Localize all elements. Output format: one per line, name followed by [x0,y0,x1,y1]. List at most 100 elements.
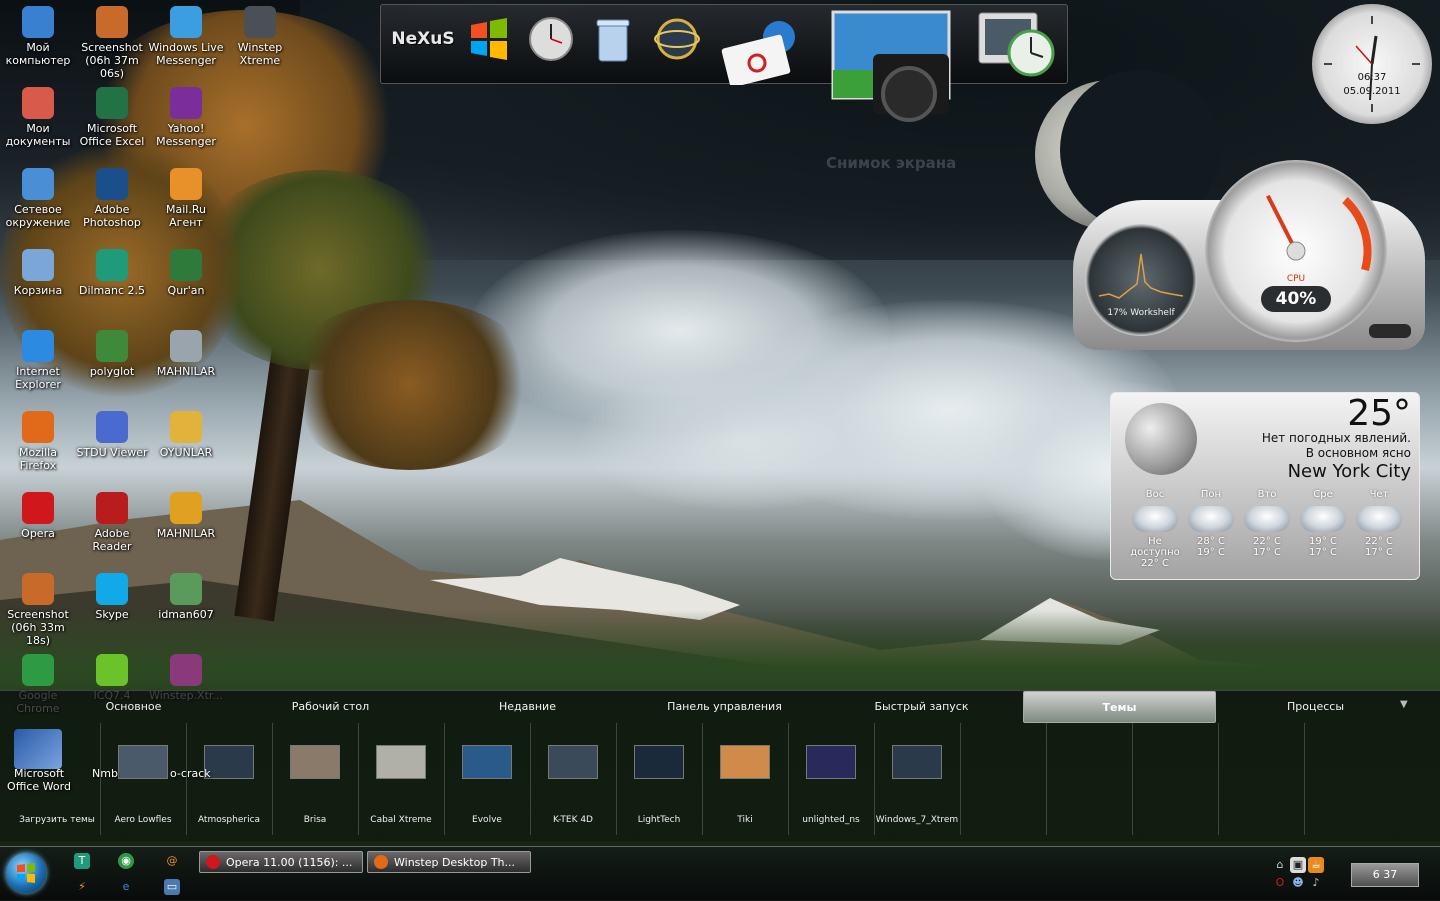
desktop-icon[interactable]: OYUNLAR [148,411,224,459]
theme-tile[interactable]: Evolve [444,723,531,835]
desktop-icon[interactable]: polyglot [74,330,150,378]
theme-tile[interactable]: Tiki [702,723,789,835]
launcher-tab[interactable]: Недавние [432,691,623,721]
forecast-high: 28° C [1197,536,1225,547]
launcher-tab[interactable]: Панель управления [629,691,820,721]
windows-logo-icon[interactable] [461,11,517,67]
theme-tile[interactable]: Windows_7_Xtrem [874,723,961,835]
launcher-tab[interactable]: Процессы [1220,691,1411,721]
desktop-icon[interactable]: Winstep Xtreme [222,6,298,67]
stdu-icon [96,411,128,443]
ie-quick-icon[interactable]: e [118,879,134,895]
task-opera[interactable]: Opera 11.00 (1156): ... [199,851,363,873]
yahoo-icon [170,87,202,119]
task-winstep[interactable]: Winstep Desktop Th... [367,851,531,873]
forecast-high: 22° C [1365,536,1393,547]
dilmanc-quick-icon[interactable]: T [74,853,90,869]
empty-tile [1046,723,1133,835]
desktop-icon[interactable]: MAHNILAR [148,330,224,378]
photoshop-icon [96,168,128,200]
desktop-icon-label: Adobe Photoshop [83,203,141,229]
excel-icon [96,87,128,119]
task-winstep-label: Winstep Desktop Th... [394,856,515,869]
chevron-down-icon[interactable]: ▼ [1400,699,1408,710]
opera-tray-icon[interactable]: O [1272,875,1288,891]
desktop-icon[interactable]: Мой компьютер [0,6,76,67]
cpu-meter-gadget[interactable]: 17% Workshelf CPU 40% [1073,160,1425,350]
desktop-icon[interactable]: Internet Explorer [0,330,76,391]
theme-tile[interactable]: LightTech [616,723,703,835]
forecast-high: 22° C [1253,536,1281,547]
desktop-icon[interactable]: Mail.Ru Агент [148,168,224,229]
winamp-quick-icon[interactable]: ⚡ [74,879,90,895]
desktop-icon-label: Mozilla Firefox [19,446,57,472]
email-icon[interactable] [721,19,803,85]
desktop-icon-label: MAHNILAR [156,527,216,540]
desktop-icon[interactable]: idman607 [148,573,224,621]
desktop-icon[interactable]: MAHNILAR [148,492,224,540]
mail-agent-quick-icon[interactable]: @ [164,853,180,869]
desktop-icon[interactable]: STDU Viewer [74,411,150,459]
desktop-icon[interactable]: Adobe Photoshop [74,168,150,229]
desktop-icon[interactable]: Dilmanc 2.5 [74,249,150,297]
desktop-icon-label: Dilmanc 2.5 [78,284,146,297]
clock-icon[interactable] [523,11,579,67]
globe-network-icon[interactable] [649,11,705,67]
desktop-icon[interactable]: Мои документы [0,87,76,148]
theme-tile[interactable]: K-TEK 4D [530,723,617,835]
theme-preview [634,745,684,779]
clock-gadget[interactable]: 06:37 05.09.2011 [1312,4,1432,124]
desktop-icon[interactable]: Screenshot (06h 33m 18s) [0,573,76,647]
forecast-day: Сре 19° C 17° C [1295,489,1351,558]
desktop-icon[interactable]: Adobe Reader [74,492,150,553]
launcher-panel: Основное Рабочий стол Недавние Панель управ… [0,690,1440,841]
theme-tile[interactable]: Brisa [272,723,359,835]
theme-preview [548,745,598,779]
monitor-tray-icon[interactable]: ▣ [1290,857,1306,873]
desktop-icon[interactable]: Qur'an [148,249,224,297]
theme-preview [204,745,254,779]
desktop-icon[interactable]: Yahoo! Messenger [148,87,224,148]
desktop-icon-label: polyglot [89,365,135,378]
launcher-tab[interactable]: Основное [38,691,229,721]
desktop-icon[interactable]: Mozilla Firefox [0,411,76,472]
theme-label: K-TEK 4D [553,815,593,825]
recycle-bin-icon[interactable] [585,11,641,67]
volume-tray-icon[interactable]: ♪ [1308,875,1324,891]
theme-tile[interactable]: Cabal Xtreme [358,723,445,835]
forecast-day-name: Вос [1145,489,1165,500]
desktop-icon[interactable]: Windows Live Messenger [148,6,224,67]
moon-weather-icon [1132,506,1178,532]
theme-tile[interactable]: unlighted_ns [788,723,875,835]
desktop-icon[interactable]: Сетевое окружение [0,168,76,229]
installer-icon [170,573,202,605]
desktop-icon[interactable]: Opera [0,492,76,540]
nexus-icon[interactable]: NeXuS [391,11,454,67]
firefox-icon [22,411,54,443]
users-tray-icon[interactable]: ☻ [1290,875,1306,891]
launcher-tab[interactable]: Быстрый запуск [826,691,1017,721]
chrome-quick-icon[interactable]: ◉ [118,853,134,869]
theme-preview [462,745,512,779]
reader-icon [96,492,128,524]
theme-preview [118,745,168,779]
weather-gadget[interactable]: 25° Нет погодных явлений. В основном ясн… [1110,392,1420,580]
cpu-meter-handle[interactable] [1369,324,1411,338]
desktop-icon[interactable]: Screenshot (06h 37m 06s) [74,6,150,80]
theme-label: Windows_7_Xtrem [875,815,959,825]
java-tray-icon[interactable]: ☕ [1308,857,1324,873]
desktop-icon[interactable]: Microsoft Office Excel [74,87,150,148]
launcher-tab[interactable]: Рабочий стол [235,691,426,721]
desktop-icon[interactable]: Skype [74,573,150,621]
weather-condition-1: Нет погодных явлений. [1261,431,1411,445]
launcher-tab[interactable]: Темы [1023,691,1216,723]
screenshot-camera-icon[interactable] [831,10,951,125]
start-button[interactable] [6,853,46,893]
word-icon[interactable] [14,729,62,769]
desktop-quick-icon[interactable]: ▭ [164,879,180,895]
desktop-icon[interactable]: Корзина [0,249,76,297]
network-tray-icon[interactable]: ⌂ [1272,857,1288,873]
monitor-clock-icon[interactable] [977,11,1057,81]
cpu-value: 40% [1261,286,1331,312]
taskbar-clock[interactable]: 6 37 [1351,863,1419,887]
